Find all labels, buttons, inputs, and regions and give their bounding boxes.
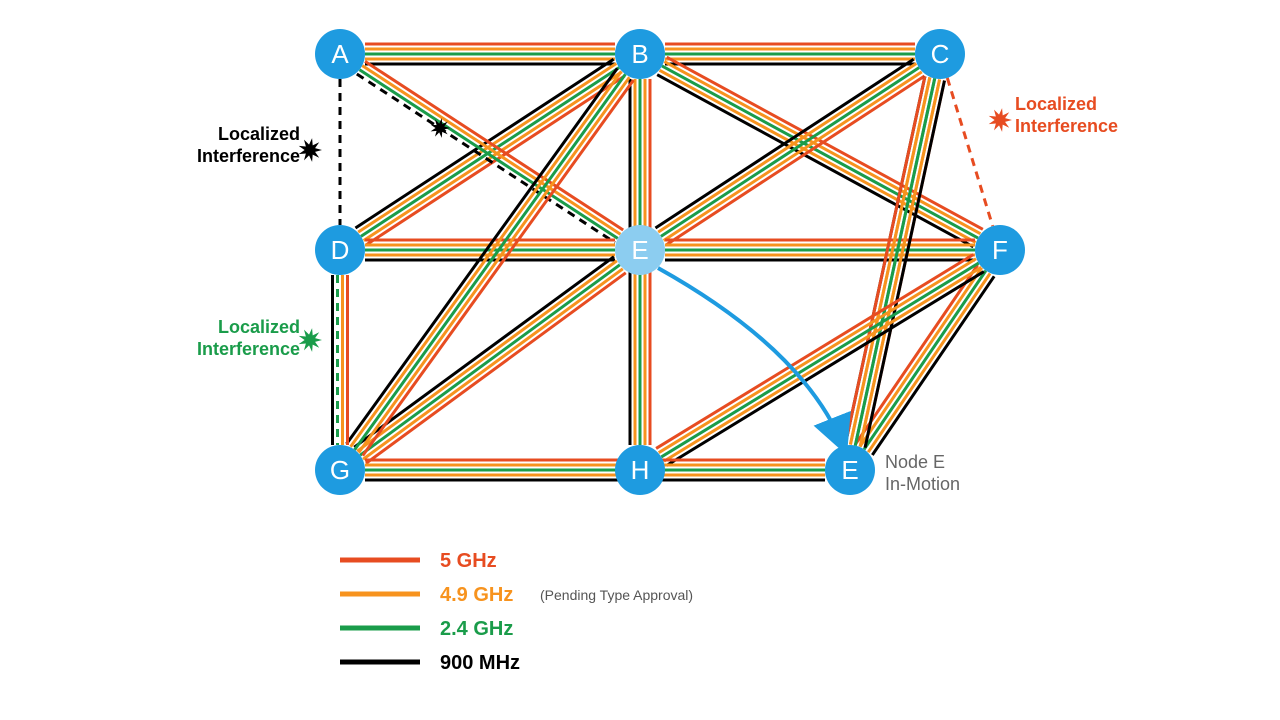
legend-label: 900 MHz [440, 652, 520, 674]
link-segment [359, 77, 630, 452]
link-segment [363, 269, 623, 459]
legend-label: 4.9 GHz [440, 584, 513, 606]
node-label-g: G [330, 455, 350, 485]
node-label-c: C [931, 39, 950, 69]
node-label-b: B [631, 39, 648, 69]
node-label-f: F [992, 235, 1008, 265]
interference-label-green: LocalizedInterference [197, 317, 300, 359]
labels-layer: LocalizedInterference LocalizedInterferen… [197, 94, 1118, 494]
link-segment [355, 74, 626, 449]
link-segment [658, 63, 916, 232]
interference-label-black: LocalizedInterference [197, 124, 300, 166]
interference-star [989, 108, 1012, 132]
link-segment [860, 79, 939, 446]
link-segment [855, 78, 934, 445]
diagram-canvas: A B C D E F G H E 5 GHz 4.9 GHz (Pending Type Appr… [0, 0, 1280, 720]
legend-label: 5 GHz [440, 550, 497, 572]
interference-star [299, 138, 322, 162]
node-label-d: D [331, 235, 350, 265]
interference-star [299, 328, 322, 352]
legend-label: 2.4 GHz [440, 618, 513, 640]
node-label-e2: E [841, 455, 858, 485]
legend-note: (Pending Type Approval) [540, 587, 693, 603]
node-label-h: H [631, 455, 650, 485]
link-segment [664, 72, 922, 241]
links-layer [333, 44, 995, 480]
link-segment [947, 78, 992, 226]
link-segment [865, 81, 944, 448]
interference-label-red: LocalizedInterference [1015, 94, 1118, 136]
link-segment [357, 261, 617, 451]
link-segment [366, 76, 624, 245]
link-segment [366, 273, 626, 463]
legend: 5 GHz 4.9 GHz (Pending Type Approval) 2.4 G… [340, 550, 693, 674]
node-label-e: E [631, 235, 648, 265]
link-segment [667, 57, 983, 229]
link-segment [360, 265, 620, 455]
motion-label: Node EIn-Motion [885, 452, 960, 494]
node-label-a: A [331, 39, 349, 69]
